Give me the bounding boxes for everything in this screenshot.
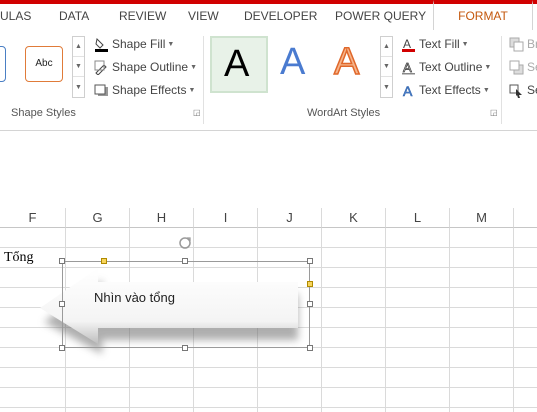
chevron-down-icon: ▼ [188, 86, 196, 94]
scroll-down-icon[interactable]: ▼ [73, 57, 84, 77]
group-separator [501, 36, 502, 124]
chevron-down-icon: ▼ [461, 40, 469, 48]
chevron-down-icon: ▼ [482, 86, 490, 94]
resize-handle-top[interactable] [182, 258, 188, 264]
selection-pane-label: Se [527, 83, 537, 97]
grid-line [321, 228, 322, 412]
wordart-styles-group-label: WordArt Styles [307, 107, 381, 119]
shape-fill-button[interactable]: Shape Fill ▼ [94, 34, 174, 54]
dialog-launcher-icon[interactable]: ◲ [193, 109, 201, 117]
tab-view[interactable]: VIEW [188, 9, 219, 23]
send-backward-icon [509, 60, 524, 75]
resize-handle-bottom-right[interactable] [307, 345, 313, 351]
grid-line [385, 228, 386, 412]
gallery-more-icon[interactable]: ▼ [73, 77, 84, 97]
wordart-preset-orange[interactable]: A [322, 36, 378, 93]
group-separator [203, 36, 204, 124]
svg-text:A: A [403, 83, 413, 98]
tab-format[interactable]: FORMAT [433, 0, 533, 30]
column-header-i[interactable]: I [194, 208, 258, 228]
wordart-gallery-scroll[interactable]: ▲ ▼ ▼ [380, 36, 393, 98]
shape-styles-gallery-scroll[interactable]: ▲ ▼ ▼ [72, 36, 85, 98]
wordart-preset-blue[interactable]: A [268, 36, 322, 93]
shape-text[interactable]: Nhìn vào tổng [94, 290, 175, 305]
tab-power-query[interactable]: POWER QUERY [335, 9, 426, 23]
shape-fill-icon [94, 37, 109, 52]
dialog-launcher-icon[interactable]: ◲ [490, 109, 498, 117]
grid-line [0, 387, 537, 388]
resize-handle-bottom[interactable] [182, 345, 188, 351]
scroll-up-icon[interactable]: ▲ [73, 37, 84, 57]
adjust-handle-shaft[interactable] [307, 281, 313, 287]
text-effects-icon: A [401, 83, 416, 98]
adjust-handle-arrowhead[interactable] [101, 258, 107, 264]
column-header-partial [514, 208, 537, 228]
resize-handle-left[interactable] [59, 301, 65, 307]
tab-formulas[interactable]: ULAS [0, 9, 31, 23]
resize-handle-bottom-left[interactable] [59, 345, 65, 351]
wordart-sample-black: A [224, 43, 250, 85]
text-fill-button[interactable]: A Text Fill ▼ [401, 34, 469, 54]
shape-effects-label: Shape Effects [112, 83, 187, 97]
text-fill-label: Text Fill [419, 37, 460, 51]
svg-text:A: A [403, 37, 411, 51]
text-effects-button[interactable]: A Text Effects ▼ [401, 80, 490, 100]
chevron-down-icon: ▼ [484, 63, 492, 71]
bring-forward-button[interactable]: Br [509, 34, 537, 54]
selection-pane-icon [509, 83, 524, 98]
shape-outline-label: Shape Outline [112, 60, 189, 74]
grid-line [449, 228, 450, 412]
send-backward-button[interactable]: Se [509, 57, 537, 77]
grid-line [0, 407, 537, 408]
resize-handle-top-left[interactable] [59, 258, 65, 264]
grid-line [0, 367, 537, 368]
scroll-down-icon[interactable]: ▼ [381, 57, 392, 77]
column-header-l[interactable]: L [386, 208, 450, 228]
tab-review[interactable]: REVIEW [119, 9, 166, 23]
send-backward-label: Se [527, 60, 537, 74]
shape-outline-icon [94, 60, 109, 75]
grid-line [0, 247, 537, 248]
chevron-down-icon: ▼ [190, 63, 197, 71]
grid-line [513, 228, 514, 412]
shape-outline-button[interactable]: Shape Outline ▼ [94, 57, 197, 77]
gallery-more-icon[interactable]: ▼ [381, 77, 392, 97]
text-outline-icon: A [401, 60, 416, 75]
resize-handle-top-right[interactable] [307, 258, 313, 264]
wordart-preset-black[interactable]: A [210, 36, 268, 93]
tab-developer[interactable]: DEVELOPER [244, 9, 317, 23]
resize-handle-right[interactable] [307, 301, 313, 307]
shape-effects-button[interactable]: Shape Effects ▼ [94, 80, 195, 100]
rotate-handle-icon[interactable] [178, 236, 192, 250]
text-effects-label: Text Effects [419, 83, 481, 97]
column-header-f[interactable]: F [0, 208, 66, 228]
column-header-k[interactable]: K [322, 208, 386, 228]
bring-forward-icon [509, 37, 524, 52]
column-header-g[interactable]: G [66, 208, 130, 228]
shape-effects-icon [94, 83, 109, 98]
selection-pane-button[interactable]: Se [509, 80, 537, 100]
shape-styles-group-label: Shape Styles [11, 107, 76, 119]
shape-style-preset-orange[interactable]: Abc [25, 46, 63, 82]
bring-forward-label: Br [527, 37, 537, 51]
wordart-sample-orange: A [333, 40, 360, 84]
column-header-m[interactable]: M [450, 208, 514, 228]
column-header-j[interactable]: J [258, 208, 322, 228]
column-header-h[interactable]: H [130, 208, 194, 228]
shape-fill-label: Shape Fill [112, 37, 166, 51]
text-outline-label: Text Outline [419, 60, 483, 74]
chevron-down-icon: ▼ [167, 40, 175, 48]
text-outline-button[interactable]: A Text Outline ▼ [401, 57, 491, 77]
wordart-sample-blue: A [280, 41, 306, 83]
tab-data[interactable]: DATA [59, 9, 89, 23]
shape-style-preset-blue[interactable] [0, 46, 6, 82]
scroll-up-icon[interactable]: ▲ [381, 37, 392, 57]
text-fill-icon: A [401, 37, 416, 52]
svg-text:A: A [403, 60, 412, 75]
